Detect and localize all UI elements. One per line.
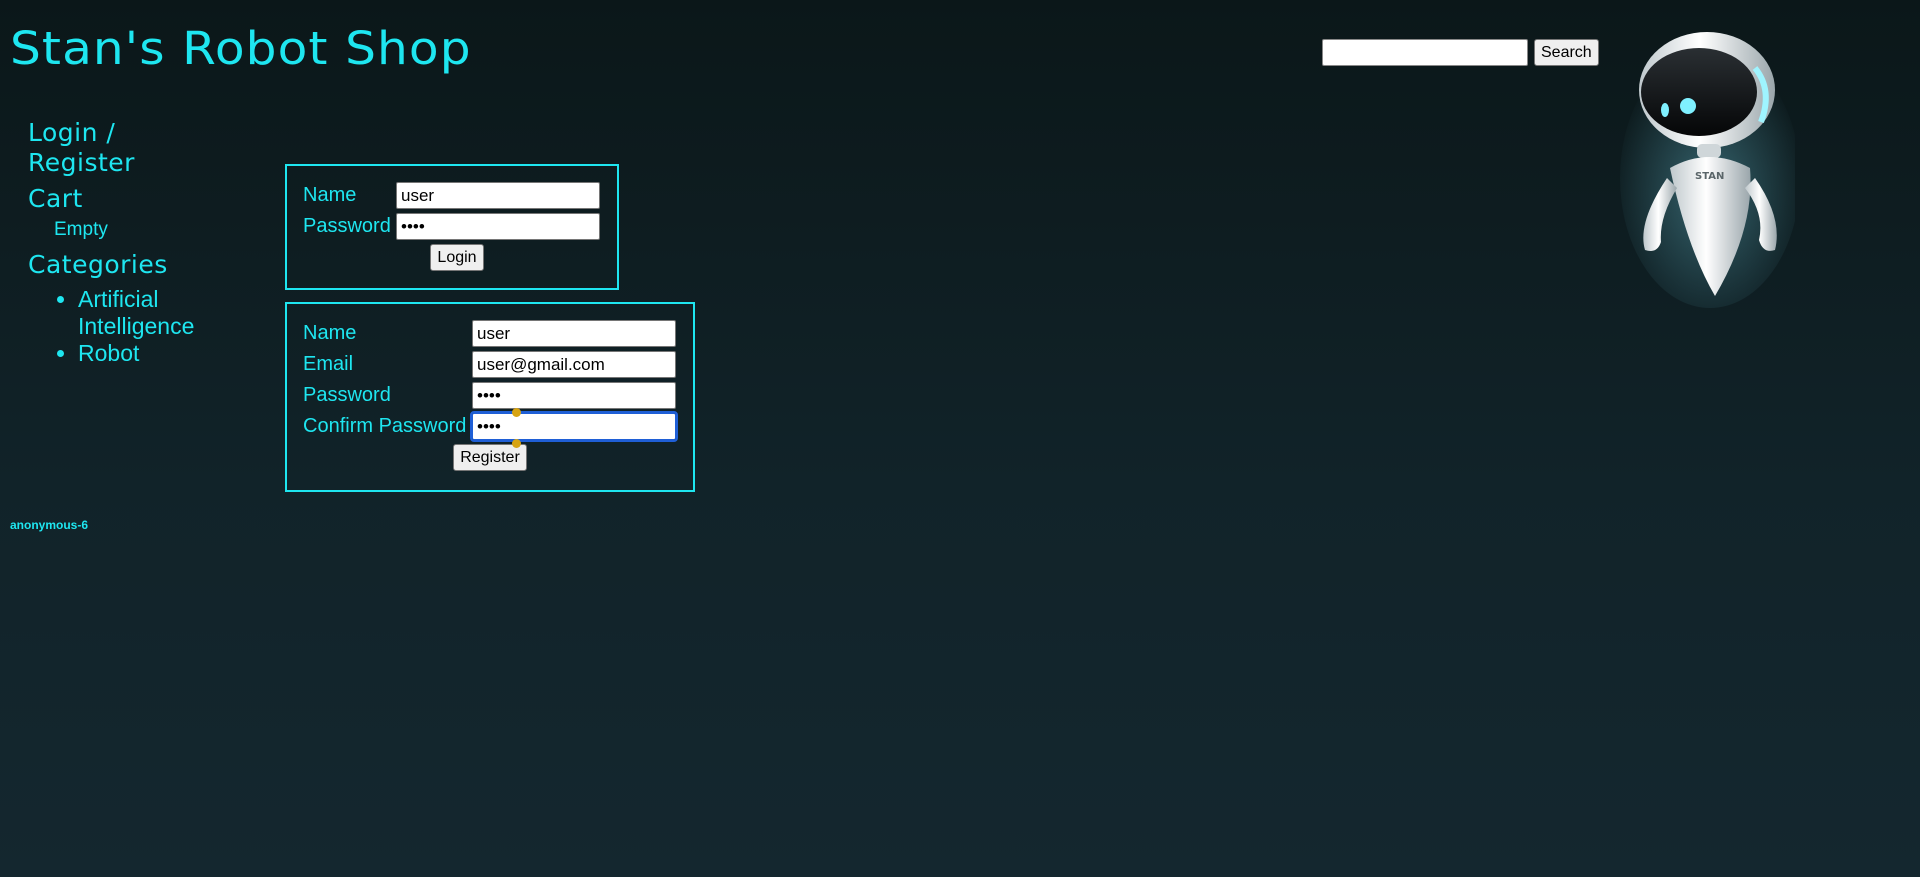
category-item: Artificial Intelligence (78, 286, 228, 340)
register-confirm-label: Confirm Password (303, 415, 467, 437)
register-email-input[interactable] (472, 351, 676, 378)
login-password-row: Password (303, 211, 601, 242)
login-name-label: Name (303, 184, 357, 206)
login-name-input[interactable] (396, 182, 600, 209)
register-button[interactable]: Register (453, 444, 527, 471)
register-confirm-password-input[interactable] (470, 411, 678, 442)
login-form: Name Password Login (285, 164, 619, 290)
robot-mascot-image: STAN (1615, 28, 1800, 313)
cursor-marker (512, 439, 521, 448)
register-form: Name Email Password Confirm Password Reg… (285, 302, 695, 492)
mascot-chest-label: STAN (1695, 171, 1724, 182)
cursor-marker (512, 408, 521, 417)
categories-heading: Categories (28, 250, 168, 279)
search-input[interactable] (1322, 39, 1528, 66)
login-button-row: Login (303, 244, 601, 271)
category-link-artificial-intelligence[interactable]: Artificial Intelligence (78, 286, 194, 339)
category-list: Artificial Intelligence Robot (28, 286, 228, 367)
login-name-row: Name (303, 180, 601, 211)
register-email-row: Email (303, 349, 677, 380)
category-item: Robot (78, 340, 228, 367)
cart-status: Empty (54, 219, 108, 240)
category-link-robot[interactable]: Robot (78, 340, 139, 366)
login-button[interactable]: Login (430, 244, 484, 271)
register-button-row: Register (303, 444, 677, 471)
register-password-input[interactable] (472, 382, 676, 409)
session-user: anonymous-6 (10, 518, 89, 532)
register-password-label: Password (303, 384, 391, 406)
cart-link[interactable]: Cart (28, 184, 228, 214)
register-password-row: Password (303, 380, 677, 411)
search-button[interactable]: Search (1534, 39, 1599, 66)
login-register-link[interactable]: Login / Register (28, 118, 228, 178)
register-name-label: Name (303, 322, 357, 344)
sidebar: Login / Register Cart Empty Categories A… (28, 118, 228, 367)
login-password-label: Password (303, 215, 391, 237)
search-area: Search (1322, 39, 1599, 66)
register-name-row: Name (303, 318, 677, 349)
register-confirm-row: Confirm Password (303, 411, 678, 442)
register-name-input[interactable] (472, 320, 676, 347)
login-password-input[interactable] (396, 213, 600, 240)
site-title: Stan's Robot Shop (10, 22, 472, 75)
register-email-label: Email (303, 353, 354, 375)
